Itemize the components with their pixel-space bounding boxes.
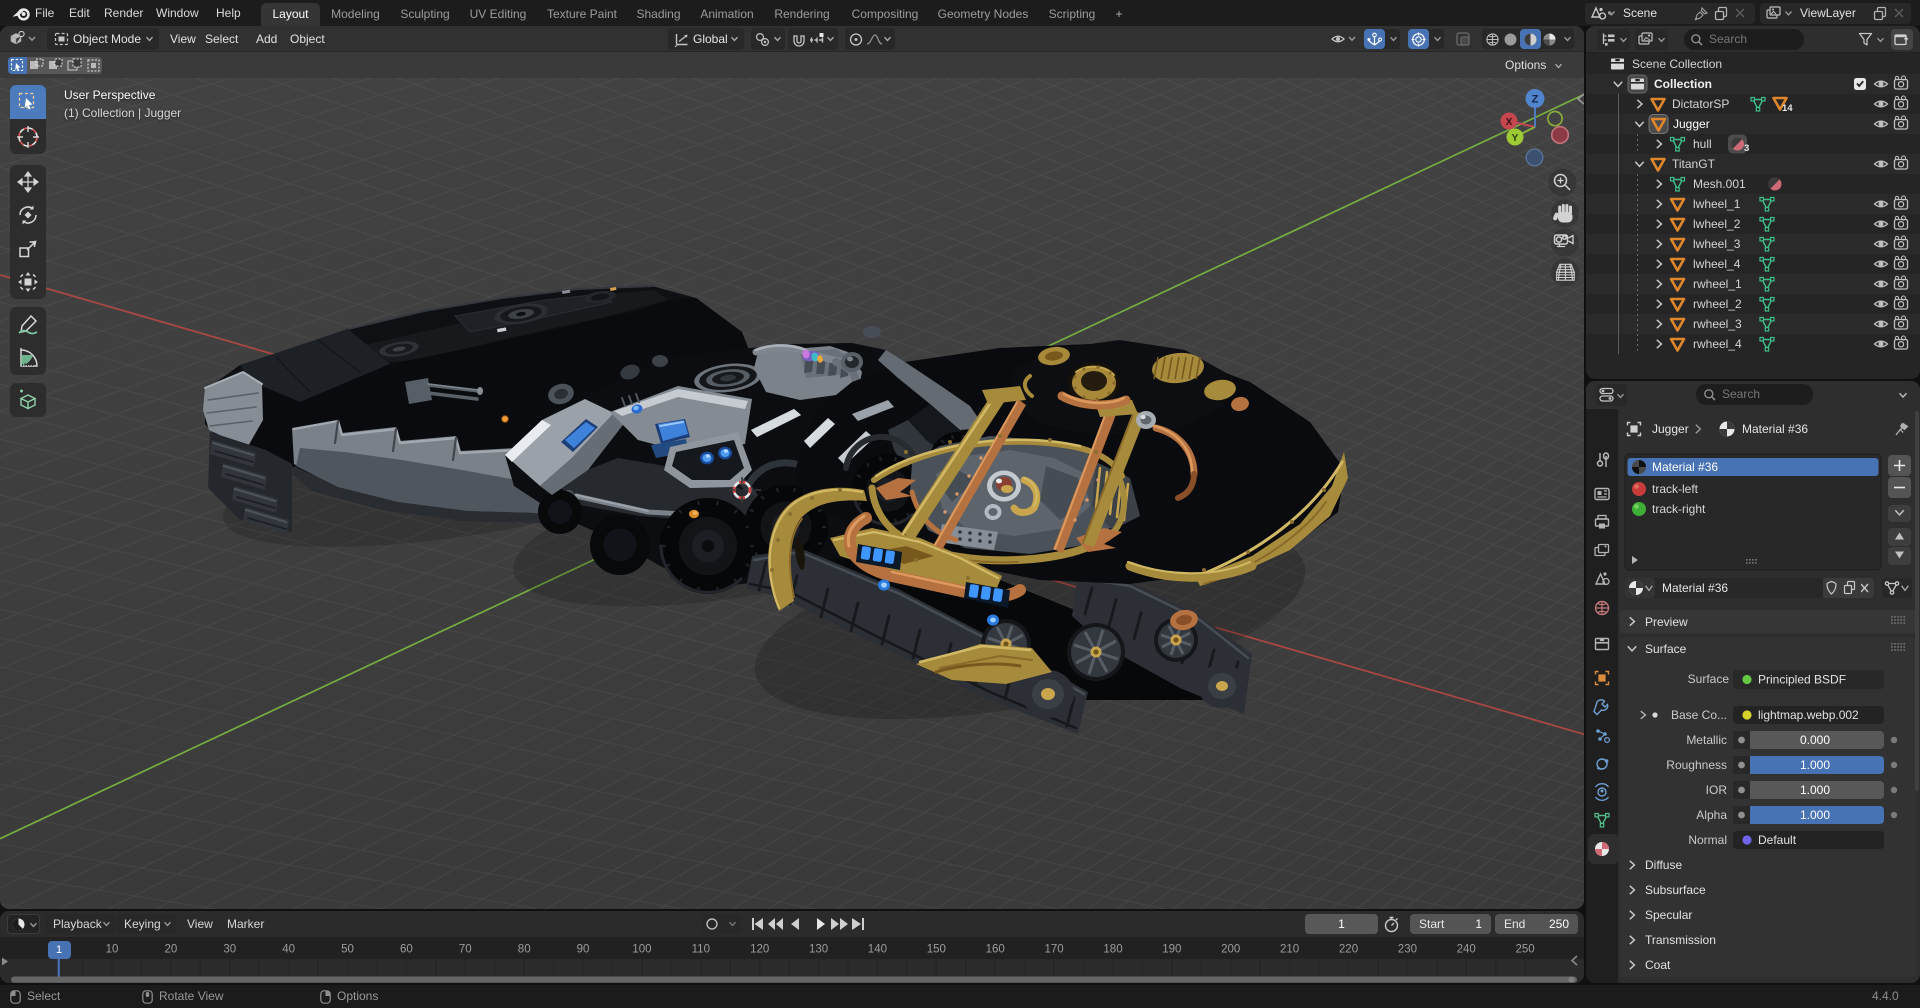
svg-text:Alpha: Alpha (1696, 808, 1727, 822)
svg-text:50: 50 (341, 944, 354, 956)
svg-text:IOR: IOR (1706, 783, 1728, 797)
svg-text:150: 150 (927, 944, 946, 956)
svg-text:20: 20 (165, 944, 178, 956)
svg-text:Jugger: Jugger (1652, 422, 1689, 436)
svg-text:14: 14 (1782, 103, 1793, 114)
svg-text:1.000: 1.000 (1800, 758, 1830, 772)
svg-text:250: 250 (1516, 944, 1535, 956)
svg-text:100: 100 (632, 944, 651, 956)
svg-text:Y: Y (1512, 133, 1519, 144)
svg-text:lwheel_1: lwheel_1 (1693, 197, 1741, 211)
svg-text:1.000: 1.000 (1800, 808, 1830, 822)
svg-text:track-left: track-left (1652, 482, 1699, 496)
svg-text:80: 80 (518, 944, 531, 956)
svg-text:1.000: 1.000 (1800, 783, 1830, 797)
svg-text:Default: Default (1758, 833, 1797, 847)
svg-text:180: 180 (1103, 944, 1122, 956)
svg-text:130: 130 (809, 944, 828, 956)
svg-text:210: 210 (1280, 944, 1299, 956)
svg-text:track-right: track-right (1652, 502, 1706, 516)
svg-text:Material #36: Material #36 (1662, 581, 1728, 595)
svg-text:30: 30 (223, 944, 236, 956)
svg-text:60: 60 (400, 944, 413, 956)
svg-text:Material #36: Material #36 (1742, 422, 1808, 436)
svg-text:Principled BSDF: Principled BSDF (1758, 673, 1846, 687)
svg-text:160: 160 (986, 944, 1005, 956)
svg-text:0.000: 0.000 (1800, 733, 1830, 747)
svg-text:hull: hull (1693, 137, 1712, 151)
svg-text:220: 220 (1339, 944, 1358, 956)
svg-text:90: 90 (577, 944, 590, 956)
svg-text:Preview: Preview (1645, 615, 1688, 629)
svg-text:40: 40 (282, 944, 295, 956)
svg-text:140: 140 (868, 944, 887, 956)
svg-text:rwheel_4: rwheel_4 (1693, 337, 1742, 351)
svg-text:lwheel_4: lwheel_4 (1693, 257, 1741, 271)
svg-text:lightmap.webp.002: lightmap.webp.002 (1758, 708, 1859, 722)
svg-text:Jugger: Jugger (1673, 117, 1710, 131)
svg-text:230: 230 (1398, 944, 1417, 956)
svg-text:Transmission: Transmission (1645, 933, 1716, 947)
svg-text:Roughness: Roughness (1666, 758, 1727, 772)
svg-text:Mesh.001: Mesh.001 (1693, 177, 1746, 191)
svg-text:DictatorSP: DictatorSP (1672, 97, 1729, 111)
svg-text:Subsurface: Subsurface (1645, 883, 1706, 897)
svg-text:10: 10 (106, 944, 119, 956)
svg-text:Normal: Normal (1688, 833, 1727, 847)
svg-text:70: 70 (459, 944, 472, 956)
svg-text:rwheel_1: rwheel_1 (1693, 277, 1742, 291)
svg-text:Surface: Surface (1688, 672, 1730, 686)
svg-text:Z: Z (1532, 94, 1539, 106)
svg-text:190: 190 (1162, 944, 1181, 956)
svg-text:3: 3 (1744, 143, 1749, 154)
svg-text:rwheel_2: rwheel_2 (1693, 297, 1742, 311)
svg-text:Specular: Specular (1645, 908, 1692, 922)
svg-text:Surface: Surface (1645, 642, 1687, 656)
svg-text:110: 110 (692, 944, 710, 956)
svg-text:200: 200 (1221, 944, 1240, 956)
svg-text:120: 120 (750, 944, 769, 956)
svg-text:lwheel_2: lwheel_2 (1693, 217, 1741, 231)
svg-text:Scene Collection: Scene Collection (1632, 57, 1722, 71)
svg-text:X: X (1506, 117, 1513, 128)
svg-text:170: 170 (1045, 944, 1064, 956)
svg-text:lwheel_3: lwheel_3 (1693, 237, 1741, 251)
svg-text:Coat: Coat (1645, 958, 1671, 972)
svg-text:Material #36: Material #36 (1652, 460, 1718, 474)
svg-text:Collection: Collection (1654, 77, 1712, 91)
svg-text:Diffuse: Diffuse (1645, 858, 1682, 872)
svg-text:Base Co...: Base Co... (1671, 708, 1727, 722)
svg-text:Metallic: Metallic (1686, 733, 1727, 747)
svg-text:rwheel_3: rwheel_3 (1693, 317, 1742, 331)
svg-text:TitanGT: TitanGT (1672, 157, 1716, 171)
svg-text:240: 240 (1457, 944, 1476, 956)
